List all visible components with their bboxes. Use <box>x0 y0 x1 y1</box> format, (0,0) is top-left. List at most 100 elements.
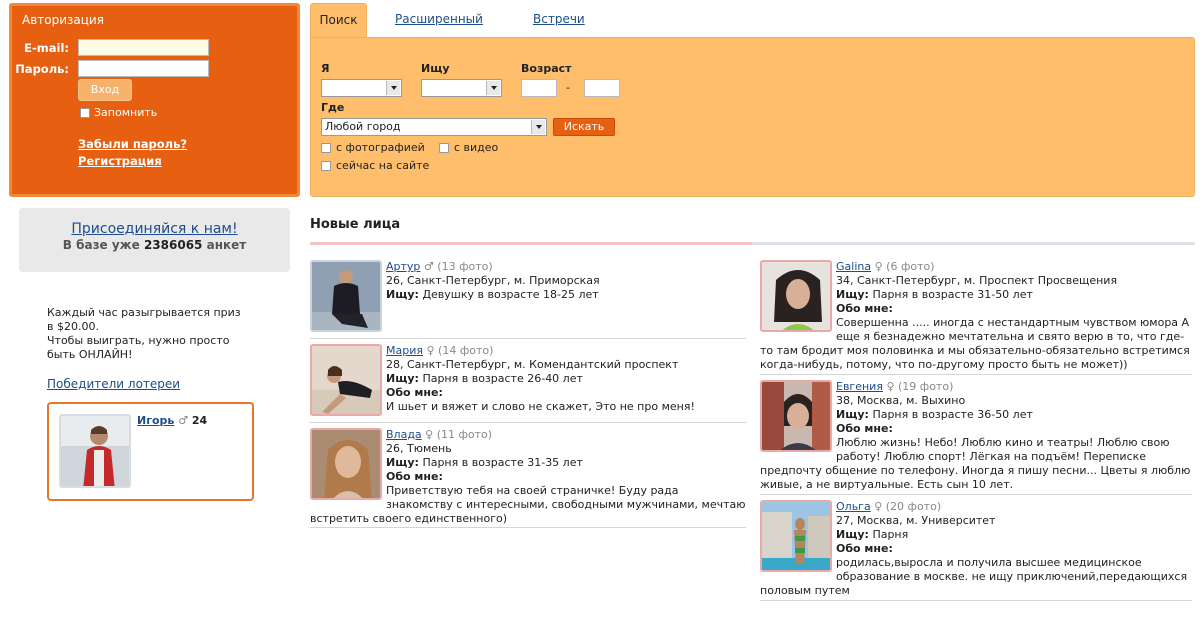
profile-info: Ольга ♀ (20 фото) 27, Москва, м. Универс… <box>836 500 1192 584</box>
profile-name-link[interactable]: Galina <box>836 260 871 273</box>
profile-card: Мария ♀ (14 фото) 28, Санкт-Петербург, м… <box>310 344 746 423</box>
profile-photo[interactable] <box>760 500 832 572</box>
profile-photo[interactable] <box>310 344 382 416</box>
i-gender-select[interactable] <box>321 79 402 97</box>
online-now-option[interactable]: сейчас на сайте <box>321 159 429 172</box>
profile-seek: Парня в возрасте 31-50 лет <box>872 288 1033 301</box>
join-link[interactable]: Присоединяйся к нам! <box>19 221 290 237</box>
profile-photo[interactable] <box>760 380 832 452</box>
members-count-suffix: анкет <box>206 238 247 252</box>
profile-photo[interactable] <box>310 260 382 332</box>
female-icon: ♀ <box>874 260 883 273</box>
remember-checkbox[interactable]: Запомнить <box>80 106 157 119</box>
profile-name-link[interactable]: Влада <box>386 428 422 441</box>
divider <box>310 242 752 245</box>
online-now-label: сейчас на сайте <box>336 159 430 172</box>
with-video-label: с видео <box>454 141 499 154</box>
winner-name-link[interactable]: Игорь <box>137 414 174 427</box>
login-title: Авторизация <box>22 13 104 27</box>
profile-seek: Парня <box>872 528 909 541</box>
members-count-prefix: В базе уже <box>62 238 140 252</box>
profile-about: когда-нибудь, потому, что по-другому про… <box>760 358 1128 371</box>
promo-line: быть ОНЛАЙН! <box>47 348 133 361</box>
profile-info: Влада ♀ (11 фото) 26, Тюмень Ищу: Парня … <box>386 428 746 512</box>
password-field[interactable] <box>78 60 209 77</box>
search-button[interactable]: Искать <box>553 118 615 136</box>
profile-name-link[interactable]: Ольга <box>836 500 871 513</box>
profile-name-link[interactable]: Артур <box>386 260 420 273</box>
chevron-down-icon <box>386 81 400 95</box>
seek-label: Ищу <box>421 62 450 75</box>
i-label: Я <box>321 62 330 75</box>
profile-about: встретить своего единственного) <box>310 512 508 525</box>
profile-about: И шьет и вяжет и слово не скажет, Это не… <box>386 400 695 413</box>
profile-about: родилась,выросла и получила высшее медиц… <box>836 556 1142 569</box>
profile-name-link[interactable]: Мария <box>386 344 423 357</box>
winner-photo[interactable] <box>59 414 131 488</box>
photo-count: (19 фото) <box>898 380 954 393</box>
members-count-value: 2386065 <box>143 238 203 252</box>
profile-location: 26, Тюмень <box>386 442 452 455</box>
profile-card: Ольга ♀ (20 фото) 27, Москва, м. Универс… <box>760 500 1192 601</box>
profile-photo[interactable] <box>760 260 832 332</box>
divider <box>760 494 1192 495</box>
promo-line: Чтобы выиграть, нужно просто <box>47 334 230 347</box>
tab-meetings[interactable]: Встречи <box>533 3 585 39</box>
profile-about: предпочту общение по телефону. Иногда я … <box>760 464 1191 477</box>
tab-search[interactable]: Поиск <box>310 3 367 39</box>
chevron-down-icon <box>486 81 500 95</box>
city-select[interactable]: Любой город <box>321 118 547 136</box>
profile-about: образование в москве. не ищу приключений… <box>836 570 1188 583</box>
divider <box>752 242 1195 245</box>
profile-about: работу! Люблю спорт! Лёгкая на подъём! П… <box>836 450 1147 463</box>
seek-label: Ищу: <box>836 528 869 541</box>
search-panel: Я Ищу Возраст - Где Любой город Искать с… <box>310 37 1195 197</box>
profile-about: еще я безнадежно мечтательна и свято вер… <box>836 330 1185 343</box>
age-from-input[interactable] <box>521 79 557 97</box>
profile-card: Galina ♀ (6 фото) 34, Санкт-Петербург, м… <box>760 260 1192 375</box>
age-label: Возраст <box>521 62 572 75</box>
forgot-password-link[interactable]: Забыли пароль? <box>78 137 187 151</box>
lottery-winners-link[interactable]: Победители лотереи <box>47 377 180 391</box>
seek-gender-select[interactable] <box>421 79 502 97</box>
tab-advanced[interactable]: Расширенный <box>395 3 483 39</box>
lottery-winner-card: Игорь ♂ 24 <box>47 402 254 501</box>
new-faces-title: Новые лица <box>310 217 401 232</box>
winner-info: Игорь ♂ 24 <box>137 414 207 427</box>
remember-label: Запомнить <box>94 106 158 119</box>
password-label: Пароль: <box>15 62 69 76</box>
promo-line: в $20.00. <box>47 320 99 333</box>
with-photo-label: с фотографией <box>336 141 425 154</box>
photo-count: (13 фото) <box>437 260 493 273</box>
about-label: Обо мне: <box>386 470 443 483</box>
register-link[interactable]: Регистрация <box>78 154 162 168</box>
age-to-input[interactable] <box>584 79 620 97</box>
profile-name-link[interactable]: Евгения <box>836 380 883 393</box>
profile-photo[interactable] <box>310 428 382 500</box>
online-now-checkbox[interactable] <box>321 160 331 171</box>
about-label: Обо мне: <box>836 302 893 315</box>
seek-label: Ищу: <box>386 288 419 301</box>
about-label: Обо мне: <box>386 386 443 399</box>
profile-info: Евгения ♀ (19 фото) 38, Москва, м. Выхин… <box>836 380 1192 464</box>
email-field[interactable] <box>78 39 209 56</box>
profile-info: Galina ♀ (6 фото) 34, Санкт-Петербург, м… <box>836 260 1192 344</box>
with-photo-checkbox[interactable] <box>321 142 331 153</box>
login-button[interactable]: Вход <box>78 79 132 101</box>
photo-count: (20 фото) <box>885 500 942 513</box>
remember-checkbox-box[interactable] <box>80 107 90 118</box>
divider <box>310 422 746 423</box>
with-video-checkbox[interactable] <box>439 142 449 153</box>
with-photo-option[interactable]: с фотографией <box>321 141 425 154</box>
with-video-option[interactable]: с видео <box>439 141 498 154</box>
divider <box>310 527 746 528</box>
male-icon: ♂ <box>423 260 434 273</box>
chevron-down-icon <box>531 120 545 134</box>
seek-label: Ищу: <box>386 456 419 469</box>
profile-location: 34, Санкт-Петербург, м. Проспект Просвещ… <box>836 274 1118 287</box>
seek-label: Ищу: <box>836 288 869 301</box>
divider <box>760 374 1192 375</box>
profile-seek: Парня в возрасте 26-40 лет <box>422 372 583 385</box>
profile-about: половым путем <box>760 584 850 597</box>
winner-age: 24 <box>191 414 208 427</box>
